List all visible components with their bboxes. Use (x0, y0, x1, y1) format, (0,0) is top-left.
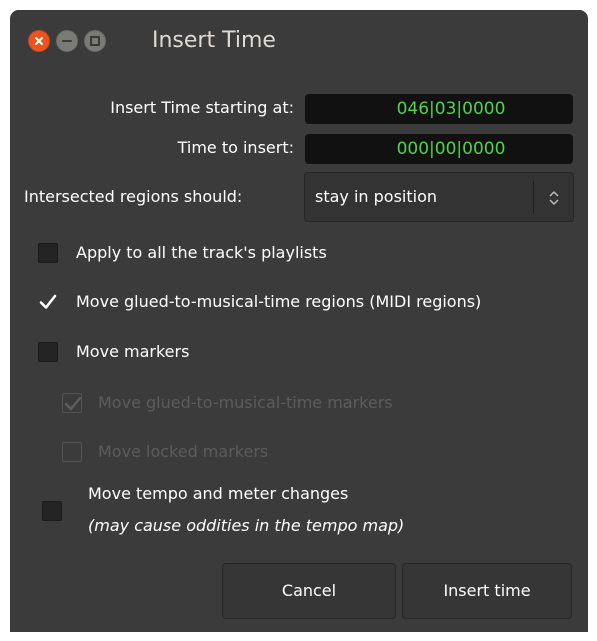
title-bar: Insert Time (10, 10, 588, 74)
maximize-window-button[interactable] (84, 30, 106, 52)
maximize-icon (90, 36, 100, 46)
locked-markers-label[interactable]: Move locked markers (98, 442, 268, 462)
glued-regions-label[interactable]: Move glued-to-musical-time regions (MIDI… (76, 292, 481, 312)
glued-regions-checkbox[interactable] (38, 292, 58, 312)
glued-markers-checkbox[interactable] (62, 393, 82, 413)
dropdown-separator (533, 181, 534, 213)
tempo-changes-label[interactable]: Move tempo and meter changes (88, 484, 348, 504)
cancel-button[interactable]: Cancel (222, 563, 396, 619)
close-window-button[interactable] (28, 30, 50, 52)
intersect-mode-value: stay in position (315, 187, 438, 206)
start-time-label: Insert Time starting at: (110, 98, 294, 117)
intersect-label: Intersected regions should: (24, 187, 243, 206)
insert-length-clock[interactable]: 000|00|0000 (305, 134, 573, 164)
checkmark-icon (64, 396, 82, 411)
close-icon (35, 37, 43, 45)
window-title: Insert Time (152, 28, 276, 53)
move-markers-label[interactable]: Move markers (76, 342, 189, 362)
tempo-changes-note: (may cause oddities in the tempo map) (88, 516, 405, 535)
insert-length-label: Time to insert: (177, 138, 294, 157)
glued-markers-label[interactable]: Move glued-to-musical-time markers (98, 393, 393, 413)
locked-markers-checkbox[interactable] (62, 442, 82, 462)
insert-time-button[interactable]: Insert time (402, 563, 572, 619)
intersect-mode-dropdown[interactable]: stay in position (304, 172, 574, 222)
tempo-changes-checkbox[interactable] (42, 501, 62, 521)
insert-time-dialog: Insert Time Insert Time starting at: 046… (10, 10, 588, 632)
minimize-icon (62, 40, 72, 42)
up-down-chevron-icon (549, 191, 559, 205)
minimize-window-button[interactable] (56, 30, 78, 52)
checkmark-icon (39, 294, 57, 309)
move-markers-checkbox[interactable] (38, 342, 58, 362)
all-playlists-checkbox[interactable] (38, 243, 58, 263)
start-time-clock[interactable]: 046|03|0000 (305, 94, 573, 124)
all-playlists-label[interactable]: Apply to all the track's playlists (76, 243, 327, 263)
